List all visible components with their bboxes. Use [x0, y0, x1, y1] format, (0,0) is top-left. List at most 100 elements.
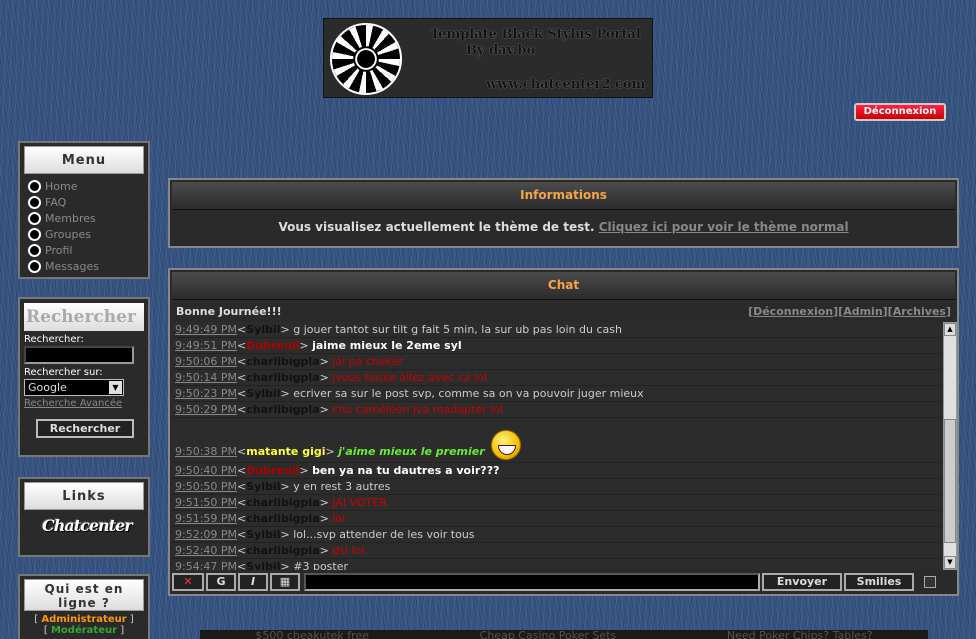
message-time[interactable]: 9:50:29 PM — [175, 403, 237, 416]
resize-icon[interactable] — [924, 576, 936, 588]
chat-message: 9:51:59 PM<charlibigpla> lol — [172, 511, 942, 527]
search-title: Rechercher — [24, 303, 144, 331]
message-nick[interactable]: Sylbil — [246, 528, 280, 541]
send-button[interactable]: Envoyer — [762, 573, 842, 591]
chat-scrollbar[interactable]: ▲ ▼ — [943, 322, 957, 570]
message-text: jaime mieux le 2eme syl — [312, 339, 462, 352]
chat-admin-link[interactable]: Admin — [843, 305, 882, 318]
message-text: #3 poster — [293, 560, 349, 570]
message-time[interactable]: 9:50:50 PM — [175, 480, 237, 493]
italic-button[interactable]: I — [238, 573, 268, 591]
message-time[interactable]: 9:50:14 PM — [175, 371, 237, 384]
chat-links: [Déconnexion][Admin][Archives] — [748, 304, 951, 318]
chat-archives-link[interactable]: Archives — [893, 305, 946, 318]
banner-logo-icon — [330, 23, 402, 95]
message-nick[interactable]: Dubreuil — [246, 464, 299, 477]
menu-title: Menu — [24, 146, 144, 174]
bullet-icon — [28, 179, 41, 193]
message-nick[interactable]: charlibigpla — [246, 371, 319, 384]
search-input[interactable] — [24, 346, 134, 364]
chevron-down-icon[interactable]: ▼ — [109, 381, 122, 394]
info-panel: Informations Vous visualisez actuellemen… — [168, 178, 959, 248]
message-nick[interactable]: Sylbil — [246, 480, 280, 493]
message-time[interactable]: 9:50:06 PM — [175, 355, 237, 368]
message-nick[interactable]: Sylbil — [246, 387, 280, 400]
search-query-label: Rechercher: — [24, 334, 84, 345]
menu-item-faq[interactable]: FAQ — [28, 194, 148, 210]
bullet-icon — [28, 243, 41, 257]
online-mod-label: Modérateur — [50, 625, 118, 636]
message-nick[interactable]: charlibigpla — [246, 512, 319, 525]
banner-title: Template Black Stylus Portal — [430, 27, 641, 42]
message-text: j'aime mieux le premier — [338, 445, 485, 458]
menu-item-groupes[interactable]: Groupes — [28, 226, 148, 242]
menu-item-profil[interactable]: Profil — [28, 242, 148, 258]
logout-button[interactable]: Déconnexion — [854, 103, 946, 121]
chat-logout-link[interactable]: Déconnexion — [753, 305, 833, 318]
message-text: ben ya na tu dautres a voir??? — [312, 464, 500, 477]
message-text: ecriver sa sur le post svp, comme sa on … — [293, 387, 644, 400]
chat-title: Chat — [172, 272, 955, 300]
footer-ad-3[interactable]: Need Poker Chips? Tables? — [727, 630, 873, 639]
advanced-search-link[interactable]: Recherche Avancée — [24, 398, 148, 409]
chat-message: 9:49:51 PM<Dubreuil> jaime mieux le 2eme… — [172, 338, 942, 354]
links-title: Links — [24, 482, 144, 510]
message-nick[interactable]: charlibigpla — [246, 355, 319, 368]
chat-message-input[interactable] — [304, 573, 760, 591]
chat-message: 9:51:50 PM<charlibigpla> JAI VOTER — [172, 495, 942, 511]
message-time[interactable]: 9:49:49 PM — [175, 323, 237, 336]
scroll-down-icon[interactable]: ▼ — [944, 556, 956, 569]
online-box: Qui est en ligne ? [ Administrateur ] [ … — [18, 574, 150, 639]
bold-button[interactable]: G — [206, 573, 236, 591]
message-nick[interactable]: charlibigpla — [246, 544, 319, 557]
scroll-thumb[interactable] — [944, 419, 956, 543]
message-time[interactable]: 9:49:51 PM — [175, 339, 237, 352]
message-text: y en rest 3 autres — [293, 480, 391, 493]
chat-message: 9:52:09 PM<Sylbil> lol...svp attender de… — [172, 527, 942, 543]
chatcenter-logo[interactable]: Chatcenter — [42, 516, 148, 535]
mute-sound-icon[interactable]: ✕ — [172, 573, 204, 591]
menu-item-messages[interactable]: Messages — [28, 258, 148, 274]
message-nick[interactable]: charlibigpla — [246, 403, 319, 416]
message-text: chu caméléon jva madapter lol — [332, 403, 503, 416]
message-nick[interactable]: Sylbil — [246, 323, 280, 336]
footer-ad-1[interactable]: $500 cheakutek free — [255, 630, 369, 639]
footer-ad-2[interactable]: Cheap Casino Poker Sets — [480, 630, 617, 639]
online-title: Qui est en ligne ? — [24, 579, 144, 611]
message-time[interactable]: 9:50:23 PM — [175, 387, 237, 400]
message-time[interactable]: 9:52:40 PM — [175, 544, 237, 557]
normal-theme-link[interactable]: Cliquez ici pour voir le thème normal — [599, 220, 849, 234]
chat-panel: Chat Bonne Journée!!! [Déconnexion][Admi… — [168, 268, 959, 596]
info-title: Informations — [172, 182, 955, 210]
smilies-button[interactable]: Smilies — [844, 573, 914, 591]
color-picker-icon[interactable]: ▦ — [270, 573, 300, 591]
menu-item-membres[interactable]: Membres — [28, 210, 148, 226]
bullet-icon — [28, 211, 41, 225]
message-time[interactable]: 9:54:47 PM — [175, 560, 237, 570]
message-nick[interactable]: Sylbil — [246, 560, 280, 570]
search-button[interactable]: Rechercher — [36, 419, 134, 438]
chat-message: 9:52:40 PM<charlibigpla> dsl lol — [172, 543, 942, 559]
message-time[interactable]: 9:51:59 PM — [175, 512, 237, 525]
message-text: jvous laisse allez avec ca lol — [332, 371, 487, 384]
search-engine-select[interactable]: Google ▼ — [24, 379, 124, 396]
message-time[interactable]: 9:52:09 PM — [175, 528, 237, 541]
chat-toolbar: ✕ G I ▦ Envoyer Smilies — [172, 572, 957, 592]
message-time[interactable]: 9:50:38 PM — [175, 445, 237, 458]
message-text: lol — [332, 512, 346, 525]
online-admin-label: Administrateur — [41, 614, 127, 625]
message-time[interactable]: 9:51:50 PM — [175, 496, 237, 509]
search-engine-label: Rechercher sur: — [24, 367, 103, 378]
message-nick[interactable]: matante gigi — [246, 445, 325, 458]
message-text: JAI VOTER — [332, 496, 387, 509]
chat-log[interactable]: 9:49:49 PM<Sylbil> g jouer tantot sur ti… — [172, 322, 942, 570]
message-time[interactable]: 9:50:40 PM — [175, 464, 237, 477]
search-box: Rechercher Rechercher: Rechercher sur: G… — [18, 297, 150, 457]
message-nick[interactable]: Dubreuil — [246, 339, 299, 352]
bullet-icon — [28, 195, 41, 209]
message-nick[interactable]: charlibigpla — [246, 496, 319, 509]
menu-item-home[interactable]: Home — [28, 178, 148, 194]
footer-ads: $500 cheakutek free Cheap Casino Poker S… — [200, 630, 928, 639]
info-message: Vous visualisez actuellement le thème de… — [278, 220, 849, 234]
scroll-up-icon[interactable]: ▲ — [944, 323, 956, 336]
